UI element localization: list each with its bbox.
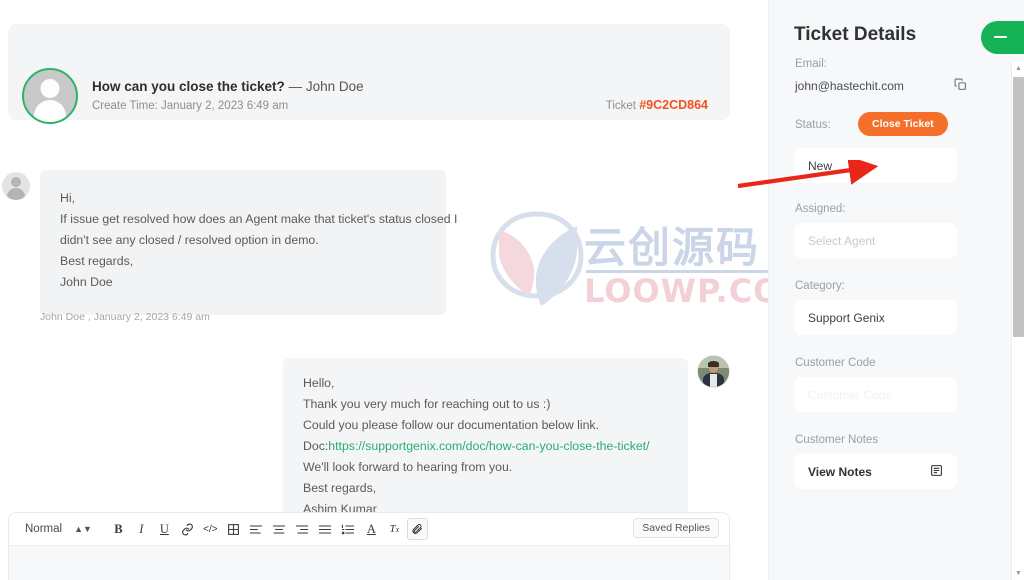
ticket-detail-page: How can you close the ticket? — John Doe… (0, 0, 1024, 580)
scroll-down-icon[interactable]: ▼ (1012, 567, 1024, 580)
ticket-id-block: Ticket #9C2CD864 (606, 98, 708, 112)
align-right-icon[interactable] (292, 518, 313, 540)
category-value: Support Genix (808, 310, 885, 325)
format-select[interactable]: Normal ▲▼ (19, 523, 98, 535)
collapse-panel-icon[interactable] (981, 21, 1024, 54)
copy-icon[interactable] (954, 78, 967, 94)
message-line: Hello, (303, 376, 335, 390)
customer-notes-field-group: Customer Notes View Notes (769, 434, 1007, 489)
message-line: didn't see any closed / resolved option … (60, 233, 319, 247)
message-line: If issue get resolved how does an Agent … (60, 212, 458, 226)
status-select[interactable]: New (794, 148, 957, 183)
ticket-details-sidebar: Ticket Details Email: john@hastechit.com… (768, 0, 1024, 580)
page-title: Ticket Details (794, 24, 917, 45)
ticket-subject: How can you close the ticket? — John Doe (92, 79, 364, 94)
chevron-updown-icon: ▲▼ (74, 523, 92, 534)
doc-link[interactable]: https://supportgenix.com/doc/how-can-you… (328, 439, 649, 453)
notes-icon (930, 464, 943, 480)
category-select[interactable]: Support Genix (794, 300, 957, 335)
image-icon[interactable] (223, 518, 244, 540)
status-field-group: Status: Close Ticket New (769, 112, 1007, 183)
italic-icon[interactable]: I (131, 518, 152, 540)
assigned-label: Assigned: (795, 203, 846, 215)
message-line: Thank you very much for reaching out to … (303, 397, 551, 411)
doc-prefix: Doc: (303, 439, 329, 453)
message-line: Best regards, (303, 481, 377, 495)
ticket-subject-dash: — (288, 79, 303, 94)
user-silhouette-icon (22, 68, 78, 124)
sidebar-fields: Email: john@hastechit.com Status: Close … (769, 58, 1007, 580)
assigned-agent-placeholder: Select Agent (808, 233, 876, 248)
agent-photo-avatar (697, 355, 730, 388)
email-value: john@hastechit.com (795, 79, 904, 93)
clear-format-icon[interactable]: Tx (384, 518, 405, 540)
customer-code-field-group: Customer Code Customer Code (769, 357, 1007, 412)
scroll-up-icon[interactable]: ▲ (1012, 62, 1024, 75)
message-line: Hi, (60, 191, 76, 205)
email-label: Email: (795, 58, 827, 70)
align-justify-icon[interactable] (315, 518, 336, 540)
category-label: Category: (795, 280, 845, 292)
ticket-subject-text: How can you close the ticket? (92, 79, 285, 94)
text-color-icon[interactable]: A (361, 518, 382, 540)
watermark-cn-text: 云创源码 (584, 223, 761, 272)
code-icon[interactable]: </> (200, 518, 221, 540)
customer-code-label: Customer Code (795, 357, 876, 369)
message-line: Best regards, (60, 254, 134, 268)
message-line: Could you please follow our documentatio… (303, 418, 599, 432)
conversation-pane: How can you close the ticket? — John Doe… (0, 0, 768, 580)
category-field-group: Category: Support Genix (769, 280, 1007, 335)
customer-message-bubble: Hi, If issue get resolved how does an Ag… (40, 170, 458, 315)
customer-code-placeholder: Customer Code (808, 387, 893, 402)
message-line: We'll look forward to hearing from you. (303, 460, 513, 474)
align-center-icon[interactable] (269, 518, 290, 540)
link-icon[interactable] (177, 518, 198, 540)
ordered-list-icon[interactable] (338, 518, 359, 540)
ticket-id-value: #9C2CD864 (639, 98, 708, 112)
attachment-icon[interactable] (406, 518, 428, 540)
assigned-agent-select[interactable]: Select Agent (794, 223, 957, 258)
status-row: Status: Close Ticket (795, 112, 1007, 136)
format-select-value: Normal (25, 523, 63, 535)
agent-message-bubble: Hello, Thank you very much for reaching … (283, 358, 688, 536)
reply-composer: Normal ▲▼ B I U </> A T x Saved Replies (8, 512, 730, 580)
close-ticket-button[interactable]: Close Ticket (858, 112, 948, 136)
reply-editor-input[interactable] (9, 546, 729, 580)
user-silhouette-icon (2, 172, 30, 200)
status-label: Status: (795, 119, 831, 131)
ticket-id-label: Ticket (605, 100, 636, 112)
ticket-header-card: How can you close the ticket? — John Doe… (8, 24, 730, 124)
scrollbar-thumb[interactable] (1013, 77, 1024, 337)
status-value: New (808, 158, 833, 173)
ticket-requester: John Doe (305, 79, 364, 94)
underline-icon[interactable]: U (154, 518, 175, 540)
assigned-field-group: Assigned: Select Agent (769, 203, 1007, 258)
editor-toolbar: Normal ▲▼ B I U </> A T x Saved Replies (9, 513, 729, 546)
customer-message-meta: John Doe , January 2, 2023 6:49 am (40, 311, 210, 323)
site-watermark: 云创源码 LOOWP.COM (489, 208, 768, 320)
view-notes-label: View Notes (808, 464, 872, 479)
email-field-group: Email: john@hastechit.com (769, 58, 1007, 94)
message-line: John Doe (60, 275, 113, 289)
message-line-with-link: Doc:https://supportgenix.com/doc/how-can… (303, 436, 668, 457)
view-notes-button[interactable]: View Notes (794, 454, 957, 489)
ticket-create-time: Create Time: January 2, 2023 6:49 am (92, 100, 289, 112)
saved-replies-button[interactable]: Saved Replies (633, 518, 719, 538)
email-row: john@hastechit.com (795, 78, 967, 94)
customer-code-input[interactable]: Customer Code (794, 377, 957, 412)
customer-notes-label: Customer Notes (795, 434, 879, 446)
align-left-icon[interactable] (246, 518, 267, 540)
bold-icon[interactable]: B (108, 518, 129, 540)
watermark-en-text: LOOWP.COM (584, 272, 768, 310)
sidebar-scrollbar[interactable]: ▲ ▼ (1011, 62, 1024, 580)
